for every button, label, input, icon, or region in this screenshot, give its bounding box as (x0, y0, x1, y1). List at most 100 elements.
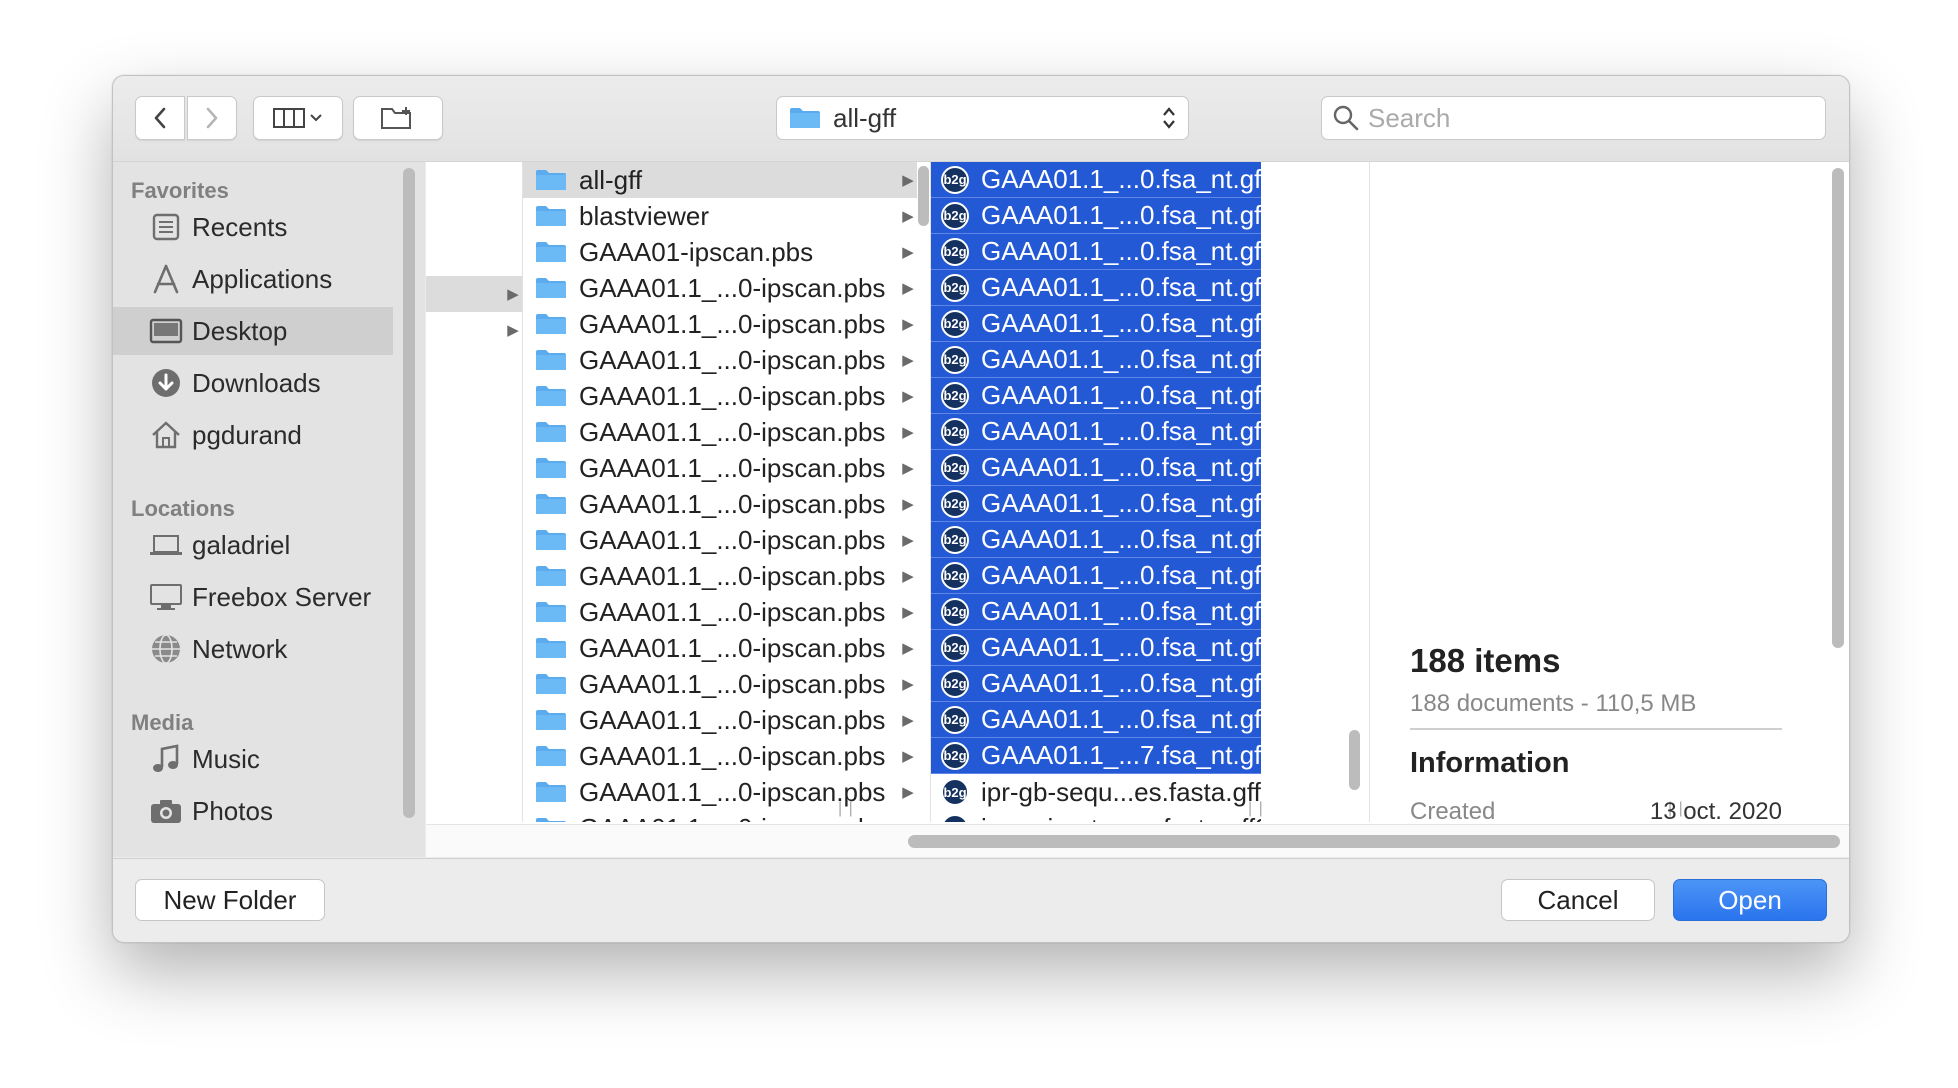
sidebar-item-music[interactable]: Music (113, 735, 393, 783)
disclosure-arrow-icon: ▶ (902, 460, 914, 477)
column-1-selected-row[interactable]: ▶ (426, 276, 522, 312)
folder-row[interactable]: all-gff ▶ (523, 162, 917, 198)
file-row[interactable]: b2g GAAA01.1_...0.fsa_nt.gff3 (931, 306, 1261, 342)
sidebar-item-photos[interactable]: Photos (113, 787, 393, 835)
folder-row[interactable]: blastviewer ▶ (523, 198, 917, 234)
sidebar-item-label: pgdurand (192, 419, 302, 450)
folder-row[interactable]: GAAA01.1_...0-ipscan.pbs▶ (523, 630, 917, 666)
network-globe-icon (148, 631, 184, 667)
folder-row[interactable]: GAAA01.1_...0-ipscan.pbs▶ (523, 810, 917, 822)
sidebar-item-galadriel[interactable]: galadriel (113, 521, 393, 569)
file-row[interactable]: b2g GAAA01.1_...7.fsa_nt.gff3 (931, 738, 1261, 774)
folder-icon (535, 167, 567, 193)
folder-icon (535, 311, 567, 337)
folder-icon (535, 347, 567, 373)
back-button[interactable] (135, 96, 185, 140)
folder-icon (535, 527, 567, 553)
folder-row[interactable]: GAAA01.1_...0-ipscan.pbs▶ (523, 702, 917, 738)
file-row[interactable]: b2g GAAA01.1_...0.fsa_nt.gff3 (931, 450, 1261, 486)
folder-name: GAAA01.1_...0-ipscan.pbs (579, 668, 886, 699)
folder-row[interactable]: GAAA01.1_...0-ipscan.pbs▶ (523, 342, 917, 378)
file-row[interactable]: b2g GAAA01.1_...0.fsa_nt.gff3 (931, 594, 1261, 630)
file-row[interactable]: b2g GAAA01.1_...0.fsa_nt.gff3 (931, 270, 1261, 306)
folder-row[interactable]: GAAA01.1_...0-ipscan.pbs▶ (523, 594, 917, 630)
file-row[interactable]: b2g GAAA01.1_...0.fsa_nt.gff3 (931, 234, 1261, 270)
forward-button[interactable] (187, 96, 237, 140)
file-row[interactable]: b2g GAAA01.1_...0.fsa_nt.gff3 (931, 558, 1261, 594)
folder-icon (535, 671, 567, 697)
file-name: GAAA01.1_...0.fsa_nt.gff3 (981, 452, 1261, 482)
file-row[interactable]: b2g GAAA01.1_...0.fsa_nt.gff3 (931, 414, 1261, 450)
file-row[interactable]: b2g GAAA01.1_...0.fsa_nt.gff3 (931, 522, 1261, 558)
open-button[interactable]: Open (1673, 879, 1827, 921)
folder-row[interactable]: GAAA01.1_...0-ipscan.pbs▶ (523, 558, 917, 594)
sidebar-item-downloads[interactable]: Downloads (113, 359, 393, 407)
gff-document-icon: b2g (941, 489, 969, 518)
new-folder-icon (381, 107, 411, 129)
view-mode-button[interactable] (253, 96, 343, 140)
search-field[interactable]: Search (1321, 96, 1826, 140)
file-row[interactable]: b2g ipr-uniprot-...es.fasta.gff3 (931, 810, 1261, 822)
horizontal-scrollbar[interactable] (908, 835, 1840, 848)
preview-title: 188 items (1410, 642, 1561, 679)
file-row[interactable]: b2g GAAA01.1_...0.fsa_nt.gff3 (931, 342, 1261, 378)
file-row[interactable]: b2g GAAA01.1_...0.fsa_nt.gff3 (931, 630, 1261, 666)
column-1: ▶ ▶ (426, 162, 522, 822)
column-resize-handle[interactable]: | | (1248, 800, 1264, 818)
folder-row[interactable]: GAAA01.1_...0-ipscan.pbs▶ (523, 414, 917, 450)
file-row[interactable]: b2g GAAA01.1_...0.fsa_nt.gff3 (931, 378, 1261, 414)
column-3-scrollbar[interactable] (1349, 730, 1360, 790)
folder-row[interactable]: GAAA01.1_...0-ipscan.pbs▶ (523, 666, 917, 702)
folder-row[interactable]: GAAA01.1_...0-ipscan.pbs▶ (523, 774, 917, 810)
gff-document-icon: b2g (941, 201, 969, 230)
sidebar-item-applications[interactable]: Applications (113, 255, 393, 303)
file-row[interactable]: b2g GAAA01.1_...0.fsa_nt.gff3 (931, 702, 1261, 738)
file-row[interactable]: b2g GAAA01.1_...0.fsa_nt.gff3 (931, 198, 1261, 234)
sidebar-item-label: Downloads (192, 367, 321, 398)
file-row[interactable]: b2g ipr-gb-sequ...es.fasta.gff3 (931, 774, 1261, 810)
new-folder-toolbar-button[interactable] (353, 96, 443, 140)
file-name: GAAA01.1_...0.fsa_nt.gff3 (981, 344, 1261, 374)
file-row[interactable]: b2g GAAA01.1_...0.fsa_nt.gff3 (931, 162, 1261, 198)
file-name: GAAA01.1_...0.fsa_nt.gff3 (981, 488, 1261, 518)
file-name: GAAA01.1_...7.fsa_nt.gff3 (981, 740, 1261, 770)
folder-row[interactable]: GAAA01.1_...0-ipscan.pbs▶ (523, 270, 917, 306)
file-name: GAAA01.1_...0.fsa_nt.gff3 (981, 308, 1261, 338)
disclosure-arrow-icon: ▶ (902, 604, 914, 621)
preview-scrollbar[interactable] (1832, 168, 1844, 648)
sidebar-item-network[interactable]: Network (113, 625, 393, 673)
sidebar-scrollbar[interactable] (403, 168, 415, 818)
folder-name: GAAA01.1_...0-ipscan.pbs (579, 560, 886, 591)
folder-row[interactable]: GAAA01.1_...0-ipscan.pbs▶ (523, 450, 917, 486)
sidebar-item-desktop[interactable]: Desktop (113, 307, 393, 355)
folder-row[interactable]: GAAA01.1_...0-ipscan.pbs▶ (523, 738, 917, 774)
preview-divider (1410, 728, 1782, 730)
folder-icon (535, 599, 567, 625)
new-folder-button[interactable]: New Folder (135, 879, 325, 921)
disclosure-arrow-icon: ▶ (902, 352, 914, 369)
gff-document-icon: b2g (941, 597, 969, 626)
folder-row[interactable]: GAAA01.1_...0-ipscan.pbs▶ (523, 306, 917, 342)
cancel-button[interactable]: Cancel (1501, 879, 1655, 921)
gff-document-icon: b2g (941, 453, 969, 482)
sidebar-item-freebox-server[interactable]: Freebox Server (113, 573, 393, 621)
folder-row[interactable]: GAAA01.1_...0-ipscan.pbs▶ (523, 522, 917, 558)
folder-icon (535, 815, 567, 822)
path-popup[interactable]: all-gff (776, 96, 1189, 140)
file-row[interactable]: b2g GAAA01.1_...0.fsa_nt.gff3 (931, 666, 1261, 702)
chevron-down-icon (310, 114, 322, 122)
disclosure-arrow-icon: ▶ (899, 819, 917, 822)
column-1-row[interactable]: ▶ (426, 312, 522, 348)
laptop-icon (148, 527, 184, 563)
sidebar-item-label: galadriel (192, 529, 291, 560)
column-resize-handle[interactable]: | | (838, 800, 854, 818)
column-2-scrollbar[interactable] (918, 166, 929, 226)
sidebar-item-pgdurand[interactable]: pgdurand (113, 411, 393, 459)
disclosure-arrow-icon: ▶ (902, 280, 914, 297)
folder-row[interactable]: GAAA01.1_...0-ipscan.pbs▶ (523, 378, 917, 414)
file-row[interactable]: b2g GAAA01.1_...0.fsa_nt.gff3 (931, 486, 1261, 522)
folder-row[interactable]: GAAA01-ipscan.pbs ▶ (523, 234, 917, 270)
file-name: ipr-gb-sequ...es.fasta.gff3 (981, 776, 1261, 807)
sidebar-item-recents[interactable]: Recents (113, 203, 393, 251)
folder-row[interactable]: GAAA01.1_...0-ipscan.pbs▶ (523, 486, 917, 522)
